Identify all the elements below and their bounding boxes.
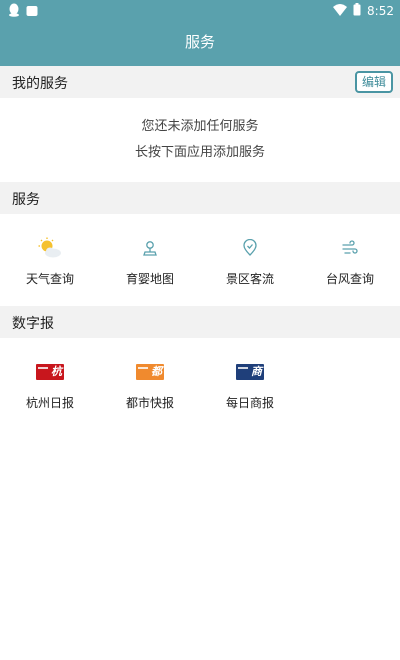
- service-label: 景区客流: [225, 272, 274, 286]
- wind-icon: [335, 236, 365, 260]
- status-bar: 8:52: [0, 0, 400, 18]
- service-baby-map[interactable]: 育婴地图: [100, 220, 200, 306]
- status-time: 8:52: [367, 3, 394, 18]
- services-grid: 天气查询 育婴地图 景区客流 台风查询: [0, 220, 400, 306]
- digital-papers-title: 数字报: [12, 316, 54, 332]
- service-weather[interactable]: 天气查询: [0, 220, 100, 306]
- paper-label: 都市快报: [125, 396, 174, 410]
- paper-city-express[interactable]: 都 都市快报: [100, 344, 200, 430]
- edit-button[interactable]: 编辑: [355, 71, 393, 93]
- empty-line-2: 长按下面应用添加服务: [134, 145, 265, 160]
- service-label: 育婴地图: [125, 272, 174, 286]
- digital-papers-header: 数字报: [0, 306, 400, 338]
- digital-papers-grid: 杭 杭州日报 都 都市快报 商 每日商报: [0, 344, 400, 430]
- services-title: 服务: [12, 192, 40, 208]
- location-shield-icon: [235, 236, 265, 260]
- service-typhoon[interactable]: 台风查询: [300, 220, 400, 306]
- service-label: 台风查询: [325, 272, 374, 286]
- service-scenic-traffic[interactable]: 景区客流: [200, 220, 300, 306]
- app-bar: 服务: [0, 18, 400, 66]
- paper-label: 每日商报: [225, 396, 274, 410]
- empty-services-note: 您还未添加任何服务 长按下面应用添加服务: [0, 114, 400, 166]
- paper-hangzhou-daily[interactable]: 杭 杭州日报: [0, 344, 100, 430]
- my-services-title: 我的服务: [12, 76, 68, 92]
- service-label: 天气查询: [25, 272, 74, 286]
- city-express-logo: 都: [135, 360, 165, 384]
- daily-business-logo: 商: [235, 360, 265, 384]
- paper-label: 杭州日报: [25, 396, 74, 410]
- map-pin-icon: [135, 236, 165, 260]
- page-title: 服务: [184, 33, 215, 51]
- empty-line-1: 您还未添加任何服务: [141, 119, 259, 134]
- my-services-header: 我的服务 编辑: [0, 66, 400, 98]
- paper-daily-business[interactable]: 商 每日商报: [200, 344, 300, 430]
- services-header: 服务: [0, 182, 400, 214]
- hangzhou-daily-logo: 杭: [35, 360, 65, 384]
- weather-sun-cloud-icon: [35, 236, 65, 260]
